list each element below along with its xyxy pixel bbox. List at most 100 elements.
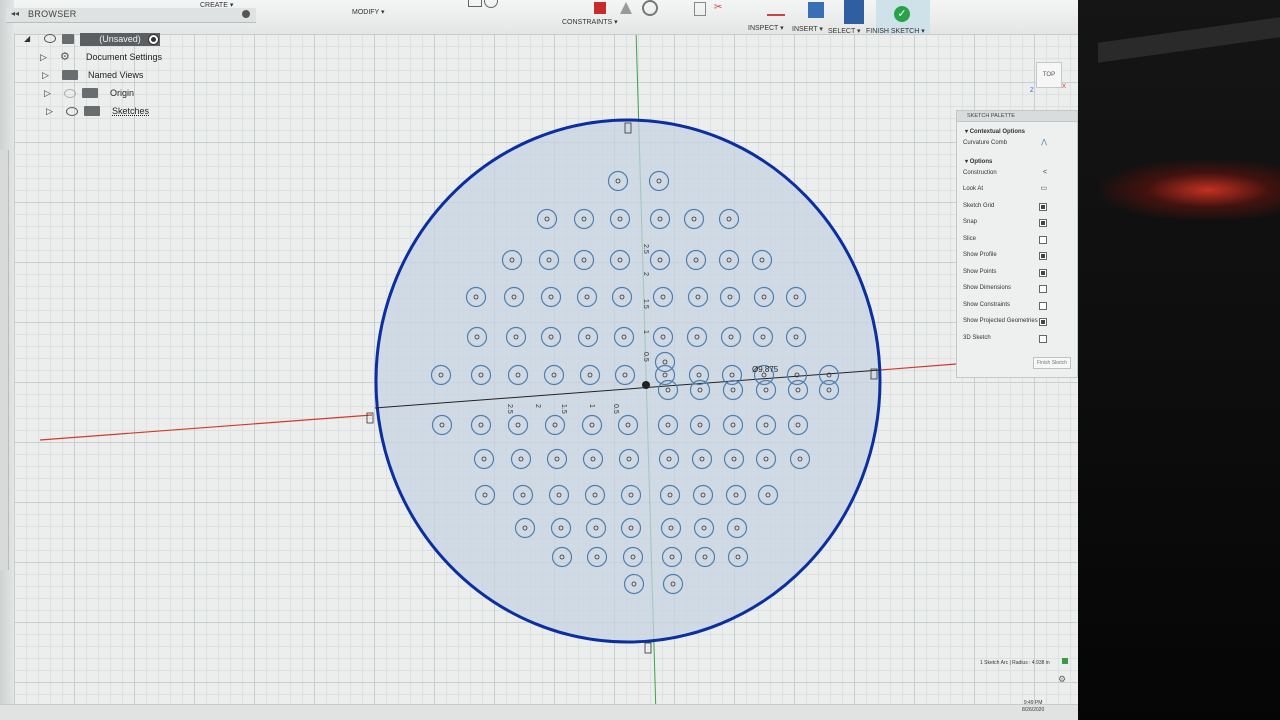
tree-item-label: Sketches [112, 106, 150, 116]
mirror-tool-icon[interactable] [694, 2, 706, 16]
palette-row-curvature-comb[interactable]: Curvature Comb ⋀ [957, 135, 1077, 152]
sketch-palette[interactable]: SKETCH PALETTE ▾ Contextual Options Curv… [956, 110, 1078, 378]
palette-row-snap[interactable]: Snap [957, 214, 1077, 231]
settings-gear-icon[interactable]: ⚙ [1058, 674, 1066, 685]
background-shelf [1098, 17, 1280, 63]
scissors-icon[interactable]: ✂ [714, 2, 726, 14]
finish-sketch-check-icon[interactable]: ✓ [894, 6, 910, 22]
circle-tool-icon[interactable] [484, 0, 498, 8]
monitor-bezel-and-room [1078, 0, 1280, 720]
contextual-options-section[interactable]: ▾ Contextual Options [957, 128, 1077, 135]
insert-image-icon[interactable] [808, 2, 824, 18]
checkbox-checked[interactable] [1039, 219, 1047, 227]
checkbox-unchecked[interactable] [1039, 301, 1047, 310]
palette-row-label: Sketch Grid [963, 202, 995, 209]
options-section[interactable]: ▾ Options [957, 158, 1077, 165]
target-circle-icon[interactable] [642, 0, 658, 16]
eye-icon[interactable] [66, 107, 78, 116]
palette-row-slice[interactable]: Slice [957, 231, 1077, 248]
curvature-comb-icon[interactable]: ⋀ [1041, 135, 1047, 152]
vertical-dimension-label: 0.5 [642, 352, 649, 362]
palette-row-label: Look At [963, 186, 984, 192]
checkbox-checked[interactable] [1039, 252, 1047, 260]
palette-row-show-dimensions[interactable]: Show Dimensions [957, 280, 1077, 297]
data-panel-edge[interactable] [0, 150, 9, 570]
browser-panel-header[interactable]: ◂◂ BROWSER [6, 8, 256, 23]
center-point [642, 381, 650, 389]
palette-row-sketch-grid[interactable]: Sketch Grid [957, 198, 1077, 215]
triangle-tool-icon[interactable] [620, 2, 632, 14]
monitor-screen: 2.5 2 1.5 1 0.5 2.5 2 1.5 1 0.5 Ø9.875 CREATE ▾ M… [0, 0, 1078, 720]
palette-row-label: Show Dimensions [963, 285, 1012, 291]
checkbox-unchecked[interactable] [1039, 334, 1047, 343]
collapse-icon[interactable]: ◂◂ [11, 9, 19, 18]
eye-icon[interactable] [44, 34, 56, 43]
vertical-dimension-label: 1.5 [642, 299, 649, 309]
palette-finish-sketch-button[interactable]: Finish Sketch [1033, 357, 1071, 369]
eye-hidden-icon[interactable] [64, 89, 76, 98]
vertical-dimension-label: 2 [642, 272, 649, 276]
expand-triangle-icon[interactable]: ▷ [40, 52, 47, 63]
palette-row-label: Show Constraints [963, 301, 1011, 308]
checkbox-unchecked[interactable] [1039, 285, 1047, 293]
checkbox-unchecked[interactable] [1039, 235, 1047, 244]
collapse-triangle-icon[interactable]: ◢ [24, 34, 30, 43]
expand-triangle-icon[interactable]: ▷ [44, 88, 51, 99]
palette-row-label: Slice [963, 235, 977, 242]
finish-sketch-button[interactable]: FINISH SKETCH ▾ [866, 27, 925, 35]
look-at-icon[interactable]: ▭ [1040, 181, 1047, 198]
red-light-glow [1100, 160, 1280, 220]
tree-item-label: Document Settings [86, 52, 163, 62]
select-cursor-icon[interactable] [844, 0, 864, 24]
browser-pin-icon[interactable] [242, 10, 250, 18]
viewcube-axis-x-icon: X [1062, 84, 1067, 90]
line-tool-icon[interactable] [468, 0, 482, 7]
clock-date: 8/26/2020 [1022, 707, 1045, 713]
activate-radio-icon[interactable] [148, 34, 159, 45]
checkbox-checked[interactable] [1039, 318, 1047, 326]
palette-row-3d-sketch[interactable]: 3D Sketch [957, 330, 1077, 347]
horizontal-dimension-label: 1 [588, 404, 595, 408]
palette-row-label: Curvature Comb [963, 140, 1008, 146]
tree-item-origin[interactable]: ▷ Origin [44, 86, 244, 102]
expand-triangle-icon[interactable]: ▷ [42, 70, 49, 81]
insert-menu[interactable]: INSERT ▾ [792, 25, 823, 33]
sketch-palette-header[interactable]: SKETCH PALETTE [957, 111, 1077, 122]
taskbar-clock[interactable]: 9:49 PM 8/26/2020 [1022, 700, 1044, 714]
palette-row-label: Show Projected Geometries [963, 318, 1038, 324]
construction-icon[interactable]: < [1043, 165, 1047, 182]
checkbox-checked[interactable] [1039, 268, 1047, 277]
palette-row-show-projected-geometries[interactable]: Show Projected Geometries [957, 313, 1077, 330]
expand-triangle-icon[interactable]: ▷ [46, 106, 53, 117]
vertical-dimension-label: 2.5 [642, 244, 649, 254]
tree-item-label: Origin [110, 88, 135, 98]
palette-row-show-profile[interactable]: Show Profile [957, 247, 1077, 264]
browser-title: BROWSER [28, 9, 77, 19]
horizontal-dimension-label: 2 [534, 404, 541, 408]
coincident-constraint-icon[interactable] [366, 412, 374, 424]
palette-row-look-at[interactable]: Look At ▭ [957, 181, 1077, 198]
palette-row-show-constraints[interactable]: Show Constraints [957, 297, 1077, 314]
tree-item-named-views[interactable]: ▷ Named Views [42, 68, 242, 84]
windows-taskbar [0, 704, 1078, 720]
horizontal-dimension-label: 1.5 [560, 404, 567, 414]
palette-row-construction[interactable]: Construction < [957, 165, 1077, 182]
palette-row-label: Show Profile [963, 252, 997, 258]
constraints-menu[interactable]: CONSTRAINTS ▾ [562, 18, 618, 26]
select-menu[interactable]: SELECT ▾ [828, 27, 861, 35]
tree-item-document-settings[interactable]: ▷ ⚙ Document Settings [40, 50, 240, 66]
palette-row-show-points[interactable]: Show Points [957, 264, 1077, 281]
checkbox-checked[interactable] [1039, 202, 1047, 211]
folder-icon [62, 70, 78, 80]
coincident-constraint-icon[interactable] [644, 642, 652, 654]
tree-item-label: Named Views [88, 70, 144, 80]
tree-item-sketches[interactable]: ▷ Sketches [46, 104, 246, 120]
inspect-menu[interactable]: INSPECT ▾ [748, 24, 784, 32]
viewcube[interactable]: TOP [1036, 62, 1062, 88]
folder-icon [84, 106, 100, 116]
measure-icon[interactable] [767, 6, 785, 16]
modify-menu[interactable]: MODIFY ▾ [352, 8, 385, 16]
palette-row-label: Show Points [963, 268, 997, 275]
viewcube-label: TOP [1042, 72, 1056, 78]
extrude-tool-icon[interactable] [594, 2, 606, 14]
